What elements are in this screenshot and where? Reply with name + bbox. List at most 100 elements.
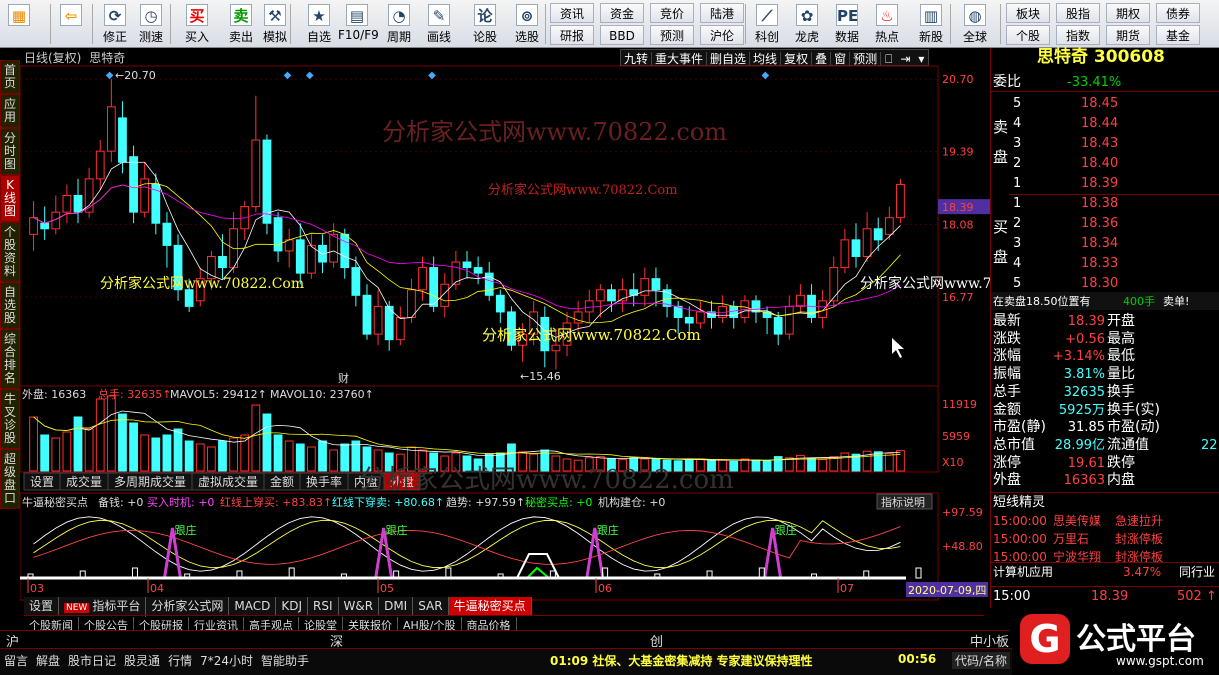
- news-ticker[interactable]: 01:09 社保、大基金密集减持 专家建议保持理性: [550, 652, 813, 669]
- tb-grid-0-0[interactable]: 资讯: [550, 3, 594, 23]
- indicator-tab-0[interactable]: 设置: [24, 597, 60, 615]
- left-tab-2[interactable]: 分时图: [0, 128, 20, 175]
- left-tab-1[interactable]: 应用: [0, 94, 20, 128]
- volume-bar: [218, 440, 227, 472]
- windows-button[interactable]: ▦: [4, 2, 34, 46]
- code-search[interactable]: 代码/名称: [952, 652, 1011, 669]
- stat-label: 外盘: [993, 472, 1021, 489]
- sell-side-label: 盘: [993, 148, 1009, 166]
- finance-marker[interactable]: 财: [338, 371, 349, 385]
- logo-text: 公式平台: [1076, 622, 1196, 657]
- tb-grid-0-2[interactable]: 竞价: [650, 3, 694, 23]
- stockview-button[interactable]: 论论股: [466, 2, 504, 46]
- indicator-tab-5[interactable]: RSI: [308, 597, 339, 615]
- star-button[interactable]: ★ 自选: [300, 2, 338, 46]
- event-diamond[interactable]: ◆: [428, 70, 436, 81]
- left-tab-5[interactable]: 自选股: [0, 282, 20, 329]
- select-button[interactable]: ⊚ 选股: [508, 2, 546, 46]
- tb-grid-1-1[interactable]: BBD: [600, 25, 644, 45]
- event-diamond[interactable]: ◆: [106, 70, 114, 81]
- status-item-5[interactable]: 7*24小时: [200, 654, 253, 668]
- indicator-tab-7[interactable]: DMI: [379, 597, 414, 615]
- f10-button[interactable]: ▤ F10/F9: [338, 2, 379, 46]
- event-diamond[interactable]: ◆: [306, 70, 314, 81]
- indicator-tab-8[interactable]: SAR: [413, 597, 449, 615]
- candle: [251, 139, 261, 208]
- tb-grid2-0-0[interactable]: 板块: [1006, 3, 1050, 23]
- tb-grid2-0-3[interactable]: 债券: [1156, 3, 1200, 23]
- status-item-0[interactable]: 留言: [4, 654, 28, 668]
- candle: [607, 289, 616, 302]
- tb-grid-1-3[interactable]: 沪伦: [700, 25, 744, 45]
- measure-button[interactable]: ◷ 测速: [132, 2, 170, 46]
- left-tab-6[interactable]: 综合排名: [0, 329, 20, 389]
- fast-event: 急速拉升: [1115, 514, 1164, 528]
- candle: [307, 244, 316, 274]
- candle: [29, 217, 38, 235]
- toolbar-label: 数据: [834, 30, 859, 44]
- quote-row: 买: [991, 218, 1219, 237]
- candle: [896, 183, 905, 219]
- status-item-6[interactable]: 智能助手: [261, 654, 309, 668]
- stat-value: 3.81%: [1063, 367, 1105, 383]
- indicator-tab-9[interactable]: 牛逼秘密买点: [448, 597, 532, 615]
- indicator-tab-label: 指标平台: [92, 599, 141, 613]
- kline-icon: ⟋: [756, 4, 778, 26]
- tb-grid-1-2[interactable]: 预测: [650, 25, 694, 45]
- vol-header-d: MAVOL10: 23760↑: [270, 388, 374, 401]
- draw-button[interactable]: ✎ 画线: [420, 2, 458, 46]
- left-tab-8[interactable]: 超级盘口: [0, 449, 20, 509]
- status-item-2[interactable]: 股市日记: [68, 654, 116, 668]
- sell-button[interactable]: 卖卖出: [222, 2, 260, 46]
- toolbar: ▦ ⇦ ⟳ 修正 ◷ 测速买买入卖卖出 ⚒ 模拟 ★ 自选 ▤ F10/F9 ◔ 周期 ✎ 画线论论股 ⊚ 选股资…: [0, 0, 1219, 48]
- new-button[interactable]: ▥ 新股: [912, 2, 950, 46]
- indicator-tab-4[interactable]: KDJ: [276, 597, 309, 615]
- quote-row: 卖: [991, 118, 1219, 137]
- status-item-4[interactable]: 行情: [168, 654, 192, 668]
- bid-price: 18.30: [1081, 276, 1119, 291]
- quote-row: 外盘 16363 内盘: [991, 471, 1219, 490]
- globe-button[interactable]: ◍ 全球: [956, 2, 994, 46]
- back-button[interactable]: ⇦: [56, 2, 86, 46]
- toolbar-label: F10/F9: [338, 28, 379, 42]
- price-axis-label: 20.70: [942, 73, 974, 86]
- indicator-tab-2[interactable]: 分析家公式网: [146, 597, 230, 615]
- chart-canvas[interactable]: ◆ ◆ ◆ ◆ ◆←20.70←15.46财20.7019.3918.0818.3916…: [20, 48, 990, 648]
- left-tab-4[interactable]: 个股资料: [0, 222, 20, 282]
- period-button[interactable]: ◔ 周期: [380, 2, 418, 46]
- kline-button[interactable]: ⟋ 科创: [748, 2, 786, 46]
- pe-button[interactable]: PE 数据: [828, 2, 866, 46]
- fix-button[interactable]: ⟳ 修正: [96, 2, 134, 46]
- dragon-button[interactable]: ✿ 龙虎: [788, 2, 826, 46]
- high-label: ←20.70: [115, 69, 156, 82]
- hammer-button[interactable]: ⚒ 模拟: [256, 2, 294, 46]
- tb-grid-0-3[interactable]: 陆港: [700, 3, 744, 23]
- status-item-1[interactable]: 解盘: [36, 654, 60, 668]
- left-tab-7[interactable]: 牛叉诊股: [0, 389, 20, 449]
- tb-grid2-1-1[interactable]: 指数: [1056, 25, 1100, 45]
- indicator-tab-3[interactable]: MACD: [229, 597, 277, 615]
- tb-grid2-0-1[interactable]: 股指: [1056, 3, 1100, 23]
- candle: [729, 305, 739, 318]
- tb-grid2-1-3[interactable]: 基金: [1156, 25, 1200, 45]
- toolbar-label: 卖出: [228, 30, 253, 44]
- new-icon: ▥: [920, 4, 942, 26]
- hot-button[interactable]: ♨ 热点: [868, 2, 906, 46]
- buy-button[interactable]: 买买入: [178, 2, 216, 46]
- indicator-tab-1[interactable]: NEW 指标平台: [59, 597, 147, 617]
- event-diamond[interactable]: ◆: [284, 70, 292, 81]
- left-tab-0[interactable]: 首页: [0, 60, 20, 94]
- quote-row: 涨停 19.61 跌停: [991, 454, 1219, 473]
- tb-grid-0-1[interactable]: 资金: [600, 3, 644, 23]
- quote-row: 计算机应用 3.47% 同行业: [991, 562, 1219, 581]
- left-tab-3[interactable]: K线图: [0, 175, 20, 222]
- indicator-tabs: 设置 NEW 指标平台 分析家公式网 MACD KDJ RSI W&R DMI SAR 牛逼秘密买点: [24, 597, 532, 617]
- tb-grid2-1-0[interactable]: 个股: [1006, 25, 1050, 45]
- indicator-tab-6[interactable]: W&R: [339, 597, 380, 615]
- tb-grid-1-0[interactable]: 研报: [550, 25, 594, 45]
- tb-grid2-0-2[interactable]: 期权: [1106, 3, 1150, 23]
- tb-grid2-1-2[interactable]: 期货: [1106, 25, 1150, 45]
- status-item-3[interactable]: 股灵通: [124, 654, 160, 668]
- volume-bar: [807, 457, 816, 472]
- event-diamond[interactable]: ◆: [762, 70, 770, 81]
